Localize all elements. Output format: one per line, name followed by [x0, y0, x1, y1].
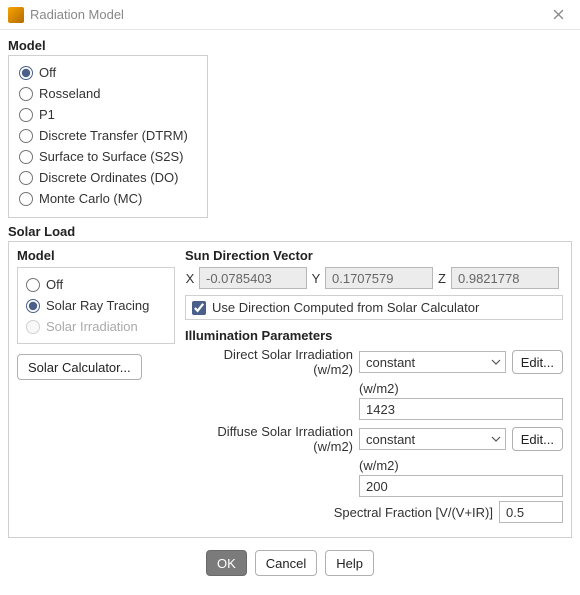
close-icon	[553, 9, 564, 20]
close-button[interactable]	[544, 1, 572, 29]
label-model-off: Off	[39, 65, 56, 80]
label-model-mc: Monte Carlo (MC)	[39, 191, 142, 206]
solar-model-ray[interactable]: Solar Ray Tracing	[26, 295, 166, 316]
solar-load-group: Model Off Solar Ray Tracing Solar Irradi…	[8, 241, 572, 538]
window-title: Radiation Model	[30, 7, 544, 22]
sun-vector-row: X Y Z	[185, 267, 563, 289]
diffuse-label: Diffuse Solar Irradiation (w/m2)	[185, 424, 353, 454]
caret-down-icon	[491, 355, 501, 370]
sun-z-label: Z	[437, 271, 447, 286]
sun-x-input	[199, 267, 307, 289]
sun-z-input	[451, 267, 559, 289]
sun-x-label: X	[185, 271, 195, 286]
solar-heading: Solar Load	[8, 224, 572, 239]
model-group: Off Rosseland P1 Discrete Transfer (DTRM…	[8, 55, 208, 218]
titlebar: Radiation Model	[0, 0, 580, 30]
model-option-do[interactable]: Discrete Ordinates (DO)	[19, 167, 197, 188]
cancel-button[interactable]: Cancel	[255, 550, 317, 576]
model-option-dtrm[interactable]: Discrete Transfer (DTRM)	[19, 125, 197, 146]
illum-heading: Illumination Parameters	[185, 328, 563, 343]
direct-mode-value: constant	[366, 355, 415, 370]
spectral-value-input[interactable]	[499, 501, 563, 523]
diffuse-edit-button[interactable]: Edit...	[512, 427, 563, 451]
label-model-rosseland: Rosseland	[39, 86, 100, 101]
direct-edit-button[interactable]: Edit...	[512, 350, 563, 374]
model-option-p1[interactable]: P1	[19, 104, 197, 125]
direct-unit-label: (w/m2)	[359, 381, 563, 396]
radio-model-s2s[interactable]	[19, 150, 33, 164]
label-model-do: Discrete Ordinates (DO)	[39, 170, 178, 185]
radio-model-rosseland[interactable]	[19, 87, 33, 101]
solar-model-off[interactable]: Off	[26, 274, 166, 295]
diffuse-unit-label: (w/m2)	[359, 458, 563, 473]
radio-solar-irr	[26, 320, 40, 334]
direct-label: Direct Solar Irradiation (w/m2)	[185, 347, 353, 377]
caret-down-icon	[491, 432, 501, 447]
use-direction-label: Use Direction Computed from Solar Calcul…	[212, 300, 479, 315]
solar-model-group: Off Solar Ray Tracing Solar Irradiation	[17, 267, 175, 344]
sun-vector-heading: Sun Direction Vector	[185, 248, 563, 263]
use-direction-row[interactable]: Use Direction Computed from Solar Calcul…	[185, 295, 563, 320]
spectral-label: Spectral Fraction [V/(V+IR)]	[334, 505, 493, 520]
diffuse-mode-dropdown[interactable]: constant	[359, 428, 506, 450]
radio-solar-ray[interactable]	[26, 299, 40, 313]
radio-model-dtrm[interactable]	[19, 129, 33, 143]
label-model-s2s: Surface to Surface (S2S)	[39, 149, 184, 164]
label-solar-ray: Solar Ray Tracing	[46, 298, 149, 313]
label-solar-irr: Solar Irradiation	[46, 319, 138, 334]
radio-solar-off[interactable]	[26, 278, 40, 292]
model-option-mc[interactable]: Monte Carlo (MC)	[19, 188, 197, 209]
diffuse-mode-value: constant	[366, 432, 415, 447]
ok-button[interactable]: OK	[206, 550, 247, 576]
diffuse-value-input[interactable]	[359, 475, 563, 497]
app-icon	[8, 7, 24, 23]
sun-y-input	[325, 267, 433, 289]
radio-model-mc[interactable]	[19, 192, 33, 206]
label-solar-off: Off	[46, 277, 63, 292]
solar-model-irr: Solar Irradiation	[26, 316, 166, 337]
sun-y-label: Y	[311, 271, 321, 286]
radio-model-p1[interactable]	[19, 108, 33, 122]
solar-calculator-button[interactable]: Solar Calculator...	[17, 354, 142, 380]
use-direction-checkbox[interactable]	[192, 301, 206, 315]
radio-model-off[interactable]	[19, 66, 33, 80]
direct-mode-dropdown[interactable]: constant	[359, 351, 506, 373]
help-button[interactable]: Help	[325, 550, 374, 576]
label-model-p1: P1	[39, 107, 55, 122]
model-heading: Model	[8, 38, 572, 53]
radio-model-do[interactable]	[19, 171, 33, 185]
model-option-off[interactable]: Off	[19, 62, 197, 83]
direct-value-input[interactable]	[359, 398, 563, 420]
label-model-dtrm: Discrete Transfer (DTRM)	[39, 128, 188, 143]
model-option-s2s[interactable]: Surface to Surface (S2S)	[19, 146, 197, 167]
dialog-buttons: OK Cancel Help	[8, 538, 572, 582]
model-option-rosseland[interactable]: Rosseland	[19, 83, 197, 104]
solar-model-heading: Model	[17, 248, 175, 263]
